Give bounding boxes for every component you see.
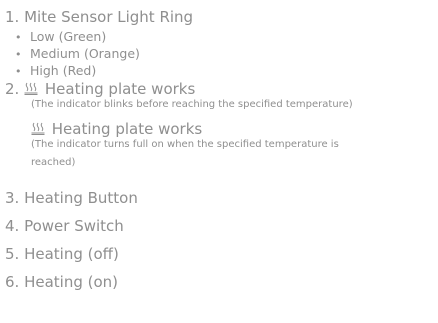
- item-3-label: 3. Heating Button: [5, 189, 138, 207]
- low-label: Low (Green): [30, 29, 107, 44]
- medium-label: Medium (Orange): [30, 46, 140, 61]
- item-1-label: 1. Mite Sensor Light Ring: [5, 8, 194, 26]
- item-6-label: 6. Heating (on): [5, 273, 119, 291]
- item-4-label: 4. Power Switch: [5, 217, 124, 235]
- bullet-icon: •: [15, 31, 22, 44]
- bullet-icon: •: [15, 48, 22, 61]
- full-on-note-line-1: (The indicator turns full on when the sp…: [31, 139, 339, 150]
- sub-item-high: • High (Red): [15, 63, 96, 80]
- heating-plate-works-label: Heating plate works: [51, 120, 203, 138]
- blink-note: (The indicator blinks before reaching th…: [31, 99, 353, 110]
- heating-plate-full-on: Heating plate works: [31, 120, 202, 138]
- full-on-note-line-2: reached): [31, 157, 76, 168]
- bullet-icon: •: [15, 65, 22, 78]
- list-item-heating-plate: 2. Heating plate works: [5, 80, 195, 98]
- list-item-power-switch: 4. Power Switch: [5, 217, 124, 235]
- item-5-label: 5. Heating (off): [5, 245, 119, 263]
- sub-item-low: • Low (Green): [15, 29, 106, 46]
- heating-plate-icon: [31, 122, 45, 135]
- list-item-heating-button: 3. Heating Button: [5, 189, 138, 207]
- sub-item-medium: • Medium (Orange): [15, 46, 140, 63]
- heating-plate-works-label: Heating plate works: [44, 80, 196, 98]
- list-item-mite-sensor: 1. Mite Sensor Light Ring: [5, 8, 193, 26]
- heating-plate-icon: [24, 82, 38, 95]
- list-item-heating-off: 5. Heating (off): [5, 245, 119, 263]
- instruction-list: 1. Mite Sensor Light Ring • Low (Green) •…: [0, 0, 438, 323]
- high-label: High (Red): [30, 63, 97, 78]
- list-item-heating-on: 6. Heating (on): [5, 273, 118, 291]
- item-2-prefix: 2.: [5, 80, 20, 98]
